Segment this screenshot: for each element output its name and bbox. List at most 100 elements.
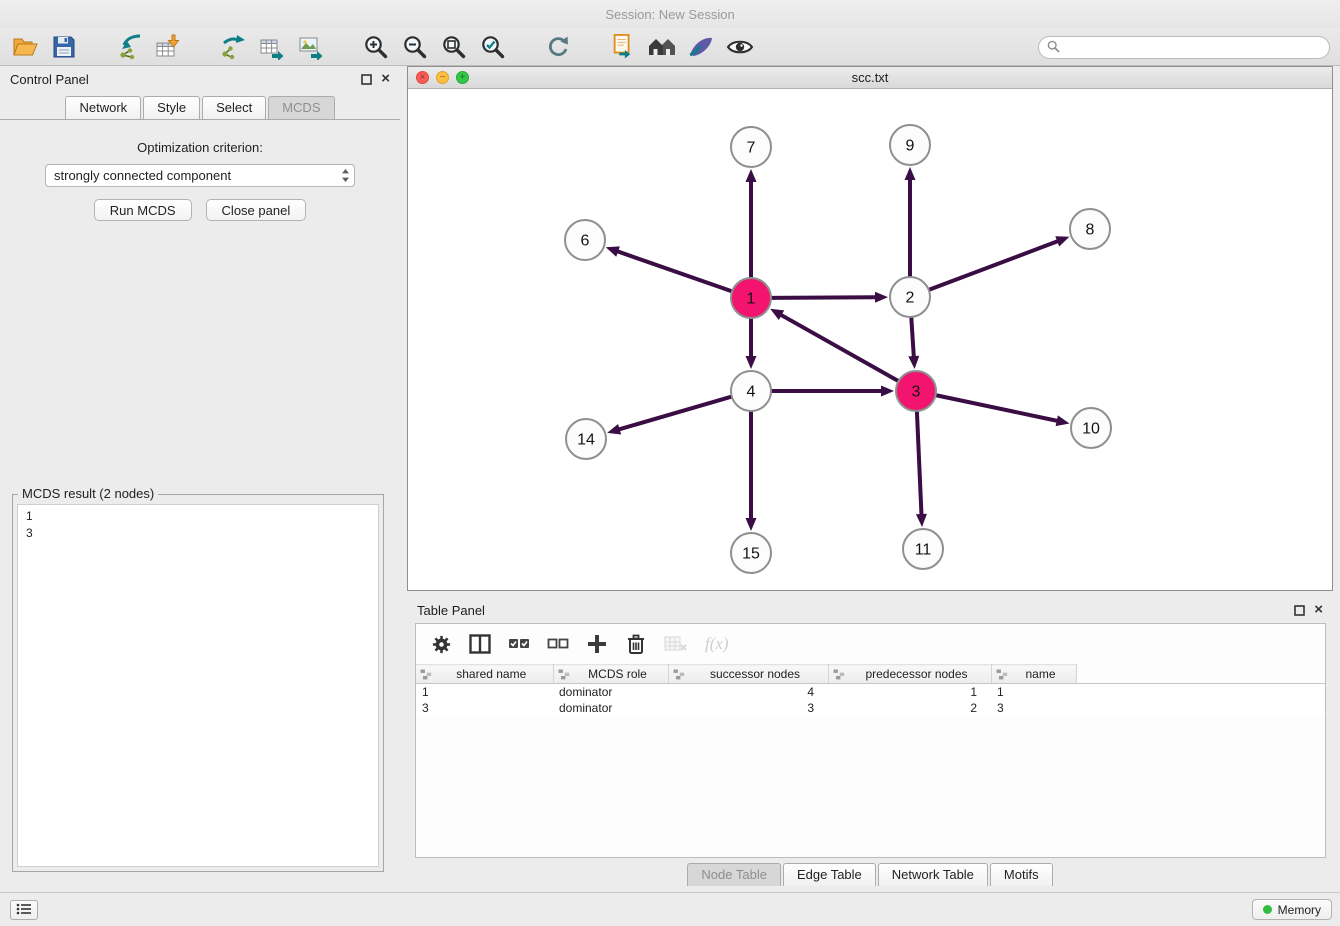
- window-close-button[interactable]: ×: [416, 71, 429, 84]
- table-settings-icon[interactable]: [430, 632, 452, 656]
- table-row[interactable]: 3dominator323: [416, 700, 1325, 716]
- table-cell[interactable]: 3: [668, 700, 828, 716]
- graph-edge-arrowhead: [746, 356, 757, 369]
- column-header-MCDS-role[interactable]: MCDS role: [553, 665, 668, 684]
- window-minimize-button[interactable]: −: [436, 71, 449, 84]
- toolbar-group: [10, 32, 88, 62]
- graph-edge-2-8[interactable]: [929, 241, 1058, 290]
- graph-edge-arrowhead: [905, 167, 916, 180]
- float-table-panel-icon[interactable]: [1294, 605, 1305, 616]
- tab-style[interactable]: Style: [143, 96, 200, 119]
- apply-style-icon[interactable]: [686, 32, 716, 62]
- network-graph-canvas[interactable]: 7968124314101511: [408, 89, 1332, 591]
- close-table-panel-icon[interactable]: ×: [1314, 604, 1323, 616]
- dropdown-arrows-icon: [341, 168, 350, 183]
- close-panel-button[interactable]: Close panel: [206, 199, 307, 221]
- tab-node-table[interactable]: Node Table: [687, 863, 781, 886]
- show-column-icon[interactable]: [469, 632, 491, 656]
- mcds-result-group: MCDS result (2 nodes) 13: [12, 494, 384, 872]
- select-all-columns-icon[interactable]: [508, 632, 530, 656]
- table-cell[interactable]: 3: [416, 700, 553, 716]
- tab-network[interactable]: Network: [65, 96, 141, 119]
- table-cell[interactable]: dominator: [553, 700, 668, 716]
- table-cell-filler: [1076, 684, 1325, 700]
- column-header-successor-nodes[interactable]: successor nodes: [668, 665, 828, 684]
- delete-column-icon[interactable]: [625, 632, 647, 656]
- search-box[interactable]: [1038, 36, 1330, 59]
- column-header-shared-name[interactable]: shared name: [416, 665, 553, 684]
- graph-node-label: 7: [747, 140, 756, 157]
- import-network-icon[interactable]: [114, 32, 144, 62]
- graph-node-label: 2: [906, 290, 915, 307]
- task-history-button[interactable]: [10, 900, 38, 920]
- float-panel-icon[interactable]: [361, 74, 372, 85]
- table-cell[interactable]: 3: [991, 700, 1076, 716]
- zoom-in-icon[interactable]: [361, 32, 391, 62]
- graph-edge-2-3[interactable]: [911, 317, 913, 356]
- search-input[interactable]: [1065, 40, 1321, 55]
- graph-edge-1-2[interactable]: [771, 297, 875, 298]
- show-graphics-icon[interactable]: [725, 32, 755, 62]
- graph-edge-arrowhead: [908, 356, 919, 369]
- table-cell[interactable]: 4: [668, 684, 828, 700]
- graph-node-label: 9: [906, 138, 915, 155]
- table-row[interactable]: 1dominator411: [416, 684, 1325, 700]
- function-builder-icon: f(x): [705, 632, 729, 656]
- graph-edge-arrowhead: [606, 246, 620, 256]
- zoom-out-icon[interactable]: [400, 32, 430, 62]
- main-toolbar: [0, 28, 1340, 66]
- create-column-icon[interactable]: [586, 632, 608, 656]
- open-session-icon[interactable]: [10, 32, 40, 62]
- apply-layout-icon[interactable]: [543, 32, 573, 62]
- close-panel-icon[interactable]: ×: [381, 73, 390, 85]
- unselect-all-columns-icon[interactable]: [547, 632, 569, 656]
- mcds-result-list[interactable]: 13: [17, 504, 379, 867]
- graph-edge-3-1[interactable]: [781, 315, 898, 381]
- search-icon: [1047, 40, 1060, 56]
- export-network-icon[interactable]: [218, 32, 248, 62]
- toolbar-group: [114, 32, 192, 62]
- graph-node-label: 3: [912, 384, 921, 401]
- export-image-icon[interactable]: [296, 32, 326, 62]
- graph-edge-3-10[interactable]: [936, 395, 1057, 421]
- graph-node-label: 10: [1082, 421, 1100, 438]
- graph-edge-arrowhead: [916, 514, 927, 527]
- first-neighbors-icon[interactable]: [647, 32, 677, 62]
- tab-edge-table[interactable]: Edge Table: [783, 863, 876, 886]
- graph-edge-arrowhead: [1056, 415, 1070, 426]
- graph-edge-arrowhead: [1055, 236, 1069, 246]
- tab-mcds[interactable]: MCDS: [268, 96, 334, 119]
- tab-network-table[interactable]: Network Table: [878, 863, 988, 886]
- graph-node-label: 6: [581, 233, 590, 250]
- save-session-icon[interactable]: [49, 32, 79, 62]
- graph-node-label: 15: [742, 546, 760, 563]
- tab-motifs[interactable]: Motifs: [990, 863, 1053, 886]
- toolbar-group: [608, 32, 764, 62]
- optimization-dropdown[interactable]: strongly connected component: [45, 164, 355, 187]
- zoom-fit-icon[interactable]: [439, 32, 469, 62]
- table-cell[interactable]: 1: [416, 684, 553, 700]
- table-cell[interactable]: 2: [828, 700, 991, 716]
- graph-edge-arrowhead: [881, 386, 894, 397]
- memory-button[interactable]: Memory: [1252, 899, 1332, 920]
- graph-edge-4-14[interactable]: [620, 397, 732, 430]
- column-label: shared name: [456, 667, 526, 681]
- column-header-name[interactable]: name: [991, 665, 1076, 684]
- export-webpage-icon[interactable]: [608, 32, 638, 62]
- control-panel-header: Control Panel ×: [0, 66, 400, 92]
- mcds-result-title: MCDS result (2 nodes): [18, 486, 158, 501]
- column-header-predecessor-nodes[interactable]: predecessor nodes: [828, 665, 991, 684]
- import-table-icon[interactable]: [153, 32, 183, 62]
- table-toolbar: f(x): [416, 624, 1325, 664]
- zoom-selected-icon[interactable]: [478, 32, 508, 62]
- window-zoom-button[interactable]: +: [456, 71, 469, 84]
- table-cell[interactable]: 1: [991, 684, 1076, 700]
- table-cell[interactable]: 1: [828, 684, 991, 700]
- graph-edge-3-11[interactable]: [917, 411, 922, 514]
- tab-select[interactable]: Select: [202, 96, 266, 119]
- table-cell[interactable]: dominator: [553, 684, 668, 700]
- graph-edge-1-6[interactable]: [618, 252, 732, 292]
- status-bar: Memory: [0, 892, 1340, 926]
- run-mcds-button[interactable]: Run MCDS: [94, 199, 192, 221]
- export-table-icon[interactable]: [257, 32, 287, 62]
